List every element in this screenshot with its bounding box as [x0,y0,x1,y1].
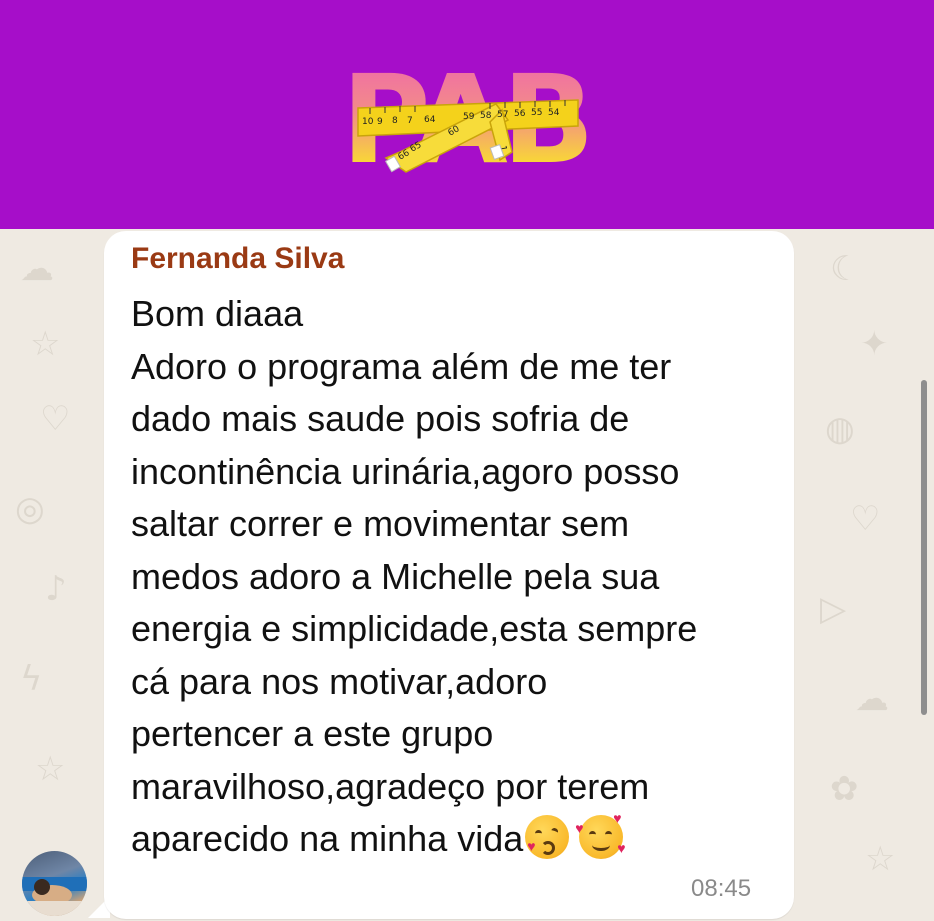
moon-doodle-icon: ☾ [830,249,861,289]
sparkle-doodle-icon: ✦ [860,324,889,364]
tape-number: 59 [463,112,475,122]
message-line: incontinência urinária,agoro posso [131,450,680,492]
camera-doodle-icon: ◎ [15,489,45,529]
cloud-doodle-icon: ☁ [20,249,54,289]
ball-doodle-icon: ◍ [825,409,855,449]
smiling-face-with-hearts-icon: ♥ ♥ ♥ [575,811,626,859]
tape-number: 9 [377,117,383,127]
message-text: Bom diaaa Adoro o programa além de me te… [131,288,781,866]
tape-number: 7 [407,116,413,126]
play-doodle-icon: ▷ [820,589,847,629]
message-timestamp: 08:45 [691,875,752,902]
face-blowing-kiss-icon: ♥ [525,815,570,859]
measuring-tape-icon: 10 9 8 7 64 65 66 60 59 58 57 56 55 54 1 [357,99,579,173]
message-line: energia e simplicidade,esta sempre [131,608,698,649]
message-line: saltar correr e movimentar sem [131,503,630,544]
message-line: cá para nos motivar,adoro [131,660,548,702]
tape-number: 8 [392,116,398,126]
header-banner: PAB 10 9 8 7 64 65 [0,0,934,229]
message-line: dado mais saude pois sofria de [131,398,630,439]
tape-number: 56 [514,109,526,119]
pab-logo: PAB 10 9 8 7 64 65 [340,40,595,200]
tape-number: 10 [362,117,374,127]
star-doodle-icon: ☆ [30,324,61,364]
heart-doodle-icon: ♡ [40,399,71,439]
bolt-doodle-icon: ϟ [20,659,43,699]
cloud-doodle-icon: ☁ [855,679,889,719]
heart-doodle-icon: ♡ [850,499,881,539]
message-last-line: aparecido na minha vida ♥ ♥ ♥ ♥ [131,811,781,866]
scrollbar[interactable] [921,380,927,715]
message-line: aparecido na minha vida [131,818,524,859]
message-line: Bom diaaa [131,293,304,334]
message-line: pertencer a este grupo [131,713,494,754]
flower-doodle-icon: ✿ [830,769,859,809]
tape-number: 64 [424,115,436,125]
star-doodle-icon: ☆ [865,839,896,879]
tape-number: 57 [497,110,508,120]
message-line: maravilhoso,agradeço por terem [131,765,650,807]
music-doodle-icon: ♪ [45,569,67,609]
avatar[interactable] [22,851,87,916]
tape-number: 55 [531,108,542,118]
tape-number: 58 [480,111,492,121]
sender-name[interactable]: Fernanda Silva [131,242,344,276]
star-doodle-icon: ☆ [35,749,66,789]
message-line: medos adoro a Michelle pela sua [131,555,660,597]
avatar-photo [22,877,87,916]
tape-number: 54 [548,108,560,118]
message-line: Adoro o programa além de me ter [131,345,672,387]
